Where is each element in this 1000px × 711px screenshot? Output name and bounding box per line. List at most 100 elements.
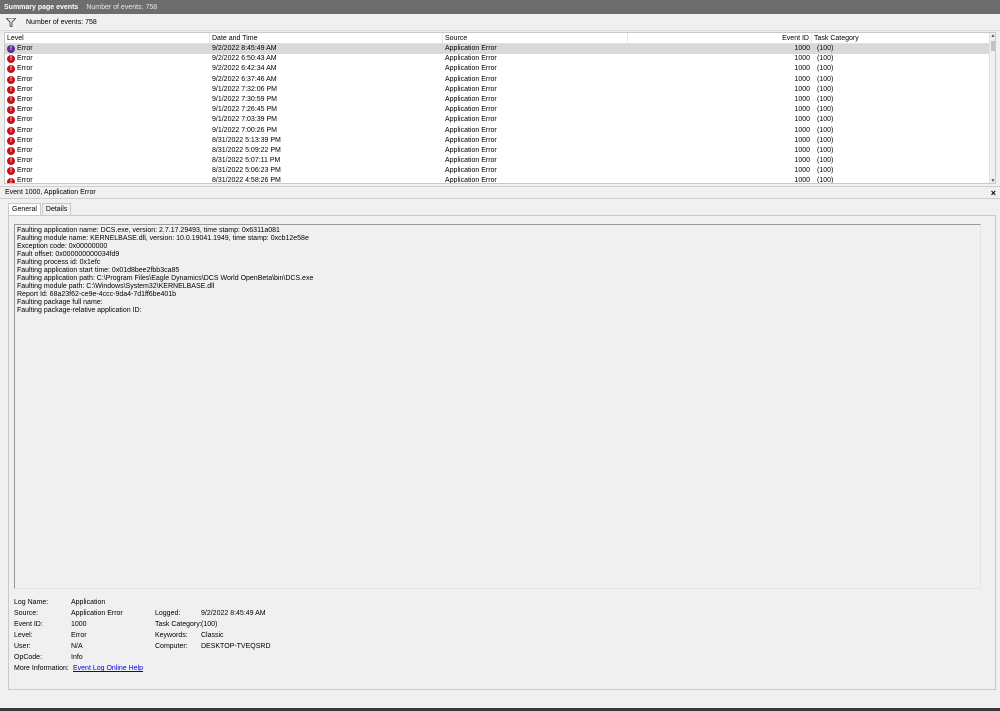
row-event-id: 1000 xyxy=(794,177,810,184)
row-date: 8/31/2022 5:09:22 PM xyxy=(212,146,281,154)
row-event-id: 1000 xyxy=(794,146,810,154)
prop-value-opcode: Info xyxy=(71,654,83,661)
table-row[interactable]: ! Error 9/2/2022 6:37:46 AM Application Err… xyxy=(5,75,993,85)
prop-value-user: N/A xyxy=(71,643,83,650)
row-level-text: Error xyxy=(17,55,33,63)
row-level: ! Error xyxy=(7,156,33,166)
row-task-category: (100) xyxy=(817,45,834,52)
column-header-level[interactable]: Level xyxy=(5,33,210,44)
row-level: ! Error xyxy=(7,126,33,136)
column-header-event-id[interactable]: Event ID xyxy=(628,33,812,44)
table-row[interactable]: ! Error 8/31/2022 5:07:11 PM Application Er… xyxy=(5,156,993,166)
tab-details[interactable]: Details xyxy=(41,203,72,215)
row-task-category: (100) xyxy=(817,136,834,144)
prop-value-level: Error xyxy=(71,632,87,639)
row-source: Application Error xyxy=(445,95,497,103)
prop-value-computer: DESKTOP-TVEQSRD xyxy=(201,643,271,650)
row-level-text: Error xyxy=(17,106,33,114)
event-count: Number of events: 758 xyxy=(26,18,97,26)
row-level-text: Error xyxy=(17,75,33,83)
error-icon: ! xyxy=(7,136,15,145)
row-source: Application Error xyxy=(445,126,497,134)
description-line: Faulting package-relative application ID… xyxy=(17,307,142,314)
table-header: Level Date and Time Source Event ID Task… xyxy=(5,33,995,44)
table-row[interactable]: ! Error 9/1/2022 7:32:06 PM Application Err… xyxy=(5,85,993,95)
row-date: 9/1/2022 7:00:26 PM xyxy=(212,126,277,134)
row-task-category: (100) xyxy=(817,126,834,134)
row-date: 9/2/2022 6:50:43 AM xyxy=(212,55,277,63)
row-event-id: 1000 xyxy=(794,136,810,144)
description-line: Report Id: 68a23f62-ce9e-4ccc-9da4-7d1ff… xyxy=(17,291,177,298)
row-date: 8/31/2022 5:06:23 PM xyxy=(212,167,281,175)
row-date: 9/1/2022 7:32:06 PM xyxy=(212,85,277,93)
row-date: 8/31/2022 5:07:11 PM xyxy=(212,157,281,165)
prop-value-source: Application Error xyxy=(71,610,123,617)
description-line: Faulting module path: C:\Windows\System3… xyxy=(17,283,215,290)
row-task-category: (100) xyxy=(817,146,834,154)
scroll-up-icon[interactable]: ▲ xyxy=(990,33,995,40)
table-row[interactable]: ! Error 9/1/2022 7:30:59 PM Application Err… xyxy=(5,95,993,105)
scroll-down-icon[interactable]: ▼ xyxy=(990,178,995,183)
row-date: 9/2/2022 6:37:46 AM xyxy=(212,75,277,83)
error-icon: ! xyxy=(7,55,15,64)
page-title: Summary page events xyxy=(4,3,79,11)
row-source: Application Error xyxy=(445,157,497,165)
filter-bar: Number of events: 758 xyxy=(0,14,1000,31)
row-source: Application Error xyxy=(445,177,497,184)
table-row[interactable]: ! Error 9/2/2022 6:42:34 AM Application Err… xyxy=(5,64,993,74)
row-date: 9/1/2022 7:26:45 PM xyxy=(212,106,277,114)
error-icon: ! xyxy=(7,167,15,176)
description-line: Faulting application path: C:\Program Fi… xyxy=(17,275,314,282)
table-row[interactable]: ! Error 9/2/2022 8:45:49 AM Application Err… xyxy=(5,44,993,55)
error-icon: ! xyxy=(7,157,15,166)
filter-icon[interactable] xyxy=(6,17,16,27)
close-icon[interactable]: × xyxy=(991,187,996,200)
row-level-text: Error xyxy=(17,116,33,124)
row-level-text: Error xyxy=(17,126,33,134)
prop-label-task-category: Task Category: xyxy=(155,621,202,628)
row-event-id: 1000 xyxy=(794,167,810,175)
table-row[interactable]: ! Error 8/31/2022 5:09:22 PM Application Er… xyxy=(5,146,993,156)
row-task-category: (100) xyxy=(817,55,834,63)
row-source: Application Error xyxy=(445,55,497,63)
column-header-date[interactable]: Date and Time xyxy=(210,33,443,44)
table-row[interactable]: ! Error 8/31/2022 4:58:26 PM Application Er… xyxy=(5,176,993,184)
table-row[interactable]: ! Error 8/31/2022 5:06:23 PM Application Er… xyxy=(5,166,993,176)
row-task-category: (100) xyxy=(817,167,834,175)
column-header-task-category[interactable]: Task Category xyxy=(812,33,992,44)
row-level: ! Error xyxy=(7,54,33,64)
row-level: ! Error xyxy=(7,176,33,183)
row-level: ! Error xyxy=(7,64,33,74)
prop-label-opcode: OpCode: xyxy=(14,654,43,661)
detail-title: Event 1000, Application Error xyxy=(5,189,96,196)
row-event-id: 1000 xyxy=(794,157,810,165)
table-row[interactable]: ! Error 9/1/2022 7:26:45 PM Application Err… xyxy=(5,105,993,115)
description-line: Exception code: 0x00000000 xyxy=(17,243,108,250)
error-icon: ! xyxy=(7,85,15,94)
table-scrollbar[interactable]: ▲ ▼ xyxy=(989,33,995,183)
table-row[interactable]: ! Error 8/31/2022 5:13:39 PM Application Er… xyxy=(5,136,993,146)
row-source: Application Error xyxy=(445,45,497,52)
table-row[interactable]: ! Error 9/1/2022 7:00:26 PM Application Err… xyxy=(5,126,993,136)
row-source: Application Error xyxy=(445,106,497,114)
scrollbar-thumb[interactable] xyxy=(991,41,995,51)
column-header-source[interactable]: Source xyxy=(443,33,628,44)
row-event-id: 1000 xyxy=(794,106,810,114)
row-level-text: Error xyxy=(17,95,33,103)
row-event-id: 1000 xyxy=(794,85,810,93)
table-row[interactable]: ! Error 9/2/2022 6:50:43 AM Application Err… xyxy=(5,54,993,64)
row-level: ! Error xyxy=(7,136,33,146)
row-level-text: Error xyxy=(17,157,33,165)
row-level: ! Error xyxy=(7,105,33,115)
description-line: Faulting module name: KERNELBASE.dll, ve… xyxy=(17,235,309,242)
table-rows: ! Error 9/2/2022 8:45:49 AM Application Err… xyxy=(5,44,993,184)
table-row[interactable]: ! Error 9/1/2022 7:03:39 PM Application Err… xyxy=(5,115,993,125)
event-log-help-link[interactable]: Event Log Online Help xyxy=(73,665,143,672)
row-source: Application Error xyxy=(445,85,497,93)
row-level-text: Error xyxy=(17,85,33,93)
event-description[interactable]: Faulting application name: DCS.exe, vers… xyxy=(14,224,981,589)
error-icon: ! xyxy=(7,65,15,74)
row-event-id: 1000 xyxy=(794,65,810,73)
prop-value-log-name: Application xyxy=(71,599,106,606)
row-level: ! Error xyxy=(7,95,33,105)
